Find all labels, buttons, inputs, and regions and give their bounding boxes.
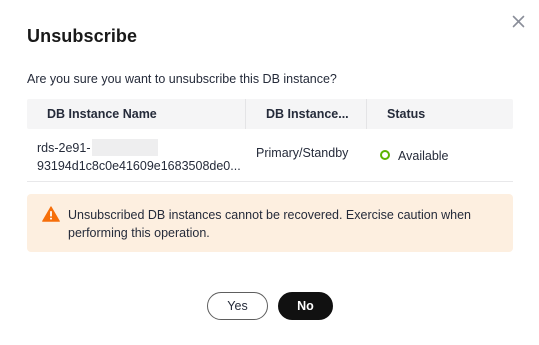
masked-text <box>91 139 158 156</box>
instance-name-cell: rds-2e91- 93194d1c8c0e41609e1683508de0..… <box>27 129 245 181</box>
status-text: Available <box>398 149 449 163</box>
yes-button[interactable]: Yes <box>207 292 268 320</box>
column-header-db-instance-type: DB Instance... <box>245 99 366 129</box>
column-header-db-instance-name: DB Instance Name <box>47 107 157 121</box>
instance-type-cell: Primary/Standby <box>256 146 349 160</box>
warning-icon <box>42 206 60 222</box>
status-available-icon <box>380 150 390 160</box>
confirmation-question: Are you sure you want to unsubscribe thi… <box>27 72 337 86</box>
unsubscribe-dialog: Unsubscribe Are you sure you want to uns… <box>0 0 539 345</box>
instance-name-prefix: rds-2e91- <box>37 141 91 155</box>
warning-text: Unsubscribed DB instances cannot be reco… <box>68 208 471 240</box>
table-row: rds-2e91- 93194d1c8c0e41609e1683508de0..… <box>27 129 513 182</box>
dialog-title: Unsubscribe <box>27 26 138 46</box>
status-cell: Available <box>366 129 513 181</box>
close-icon[interactable] <box>510 13 527 30</box>
warning-alert: Unsubscribed DB instances cannot be reco… <box>27 194 513 252</box>
instance-table: DB Instance Name DB Instance... Status r… <box>27 99 513 182</box>
table-header: DB Instance Name DB Instance... Status <box>27 99 513 129</box>
no-button[interactable]: No <box>278 292 333 320</box>
column-header-status: Status <box>366 99 513 129</box>
instance-id: 93194d1c8c0e41609e1683508de0... <box>37 159 241 173</box>
